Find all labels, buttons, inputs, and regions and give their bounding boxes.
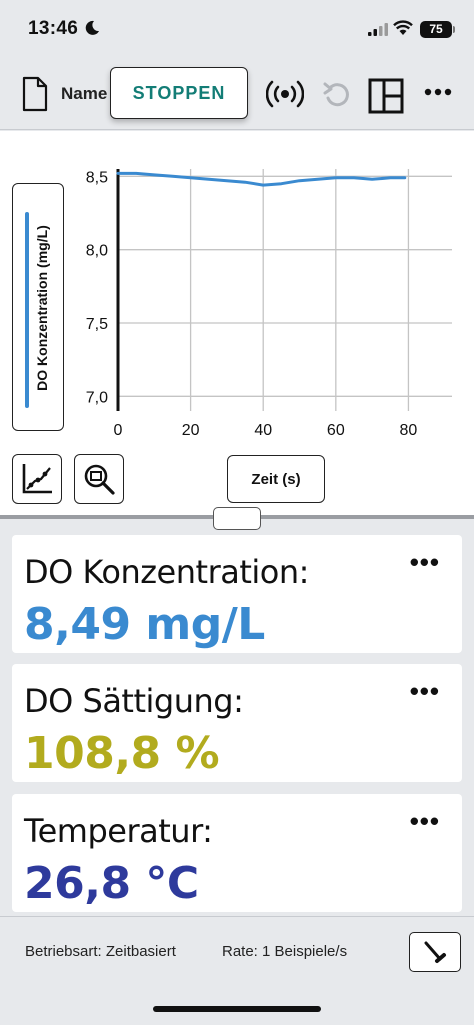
status-time: 13:46 — [28, 18, 79, 39]
collection-mode[interactable]: Betriebsart: Zeitbasiert — [25, 943, 176, 960]
file-name[interactable]: Name — [61, 84, 107, 104]
x-tick-label: 20 — [182, 422, 200, 439]
sensor-broadcast-icon[interactable] — [266, 78, 304, 110]
more-icon[interactable] — [424, 88, 452, 96]
meter-title: DO Konzentration: — [24, 553, 309, 591]
meter-title: DO Sättigung: — [24, 682, 244, 720]
y-tick-label: 7,0 — [86, 389, 108, 406]
meter-value: 26,8 °C — [24, 858, 199, 909]
toolbar: Name STOPPEN — [0, 60, 474, 130]
meter-card-temperature[interactable]: Temperatur: ••• 26,8 °C — [12, 794, 462, 912]
y-tick-label: 8,0 — [86, 243, 108, 260]
x-axis-label-button[interactable]: Zeit (s) — [227, 455, 325, 503]
x-tick-label: 40 — [254, 422, 272, 439]
battery-indicator: 75 — [420, 21, 452, 38]
graph-panel: DO Konzentration (mg/L) 0 20 40 60 80 7,0 7,5 8… — [0, 131, 474, 517]
layout-icon[interactable] — [368, 78, 404, 114]
meter-value: 8,49 mg/L — [24, 599, 265, 650]
x-tick-label: 80 — [400, 422, 418, 439]
meter-value: 108,8 % — [24, 728, 220, 779]
meter-more-button[interactable]: ••• — [410, 547, 440, 578]
curve-fit-button[interactable] — [12, 454, 62, 504]
y-tick-label: 7,5 — [86, 316, 108, 333]
meter-card-do-saturation[interactable]: DO Sättigung: ••• 108,8 % — [12, 664, 462, 782]
sensor-settings-button[interactable] — [409, 932, 461, 972]
stop-button[interactable]: STOPPEN — [110, 67, 248, 119]
series-line — [116, 171, 407, 187]
battery-tip — [453, 26, 455, 33]
meter-more-button[interactable]: ••• — [410, 806, 440, 837]
moon-icon — [85, 20, 99, 35]
sample-rate[interactable]: Rate: 1 Beispiele/s — [222, 943, 347, 960]
meter-more-button[interactable]: ••• — [410, 676, 440, 707]
zoom-icon — [84, 464, 115, 495]
status-bar: 13:46 75 — [0, 0, 474, 60]
y-axis-label-button[interactable]: DO Konzentration (mg/L) — [12, 183, 64, 431]
series-color-bar — [25, 212, 29, 408]
x-tick-label: 0 — [114, 422, 123, 439]
resize-handle[interactable] — [213, 507, 261, 530]
file-icon[interactable] — [22, 76, 48, 112]
home-indicator — [153, 1006, 321, 1012]
meter-card-do-concentration[interactable]: DO Konzentration: ••• 8,49 mg/L — [12, 535, 462, 653]
undo-icon[interactable] — [322, 78, 352, 110]
y-tick-label: 8,5 — [86, 169, 108, 186]
wifi-icon — [393, 20, 413, 35]
line-chart[interactable]: 0 20 40 60 80 7,0 7,5 8,0 8,5 — [70, 161, 460, 447]
curve-fit-icon — [22, 464, 52, 494]
probe-icon — [424, 941, 446, 963]
y-axis-label: DO Konzentration (mg/L) — [34, 225, 50, 391]
meter-title: Temperatur: — [24, 812, 213, 850]
zoom-button[interactable] — [74, 454, 124, 504]
x-tick-label: 60 — [327, 422, 345, 439]
cellular-signal-icon — [368, 23, 388, 36]
